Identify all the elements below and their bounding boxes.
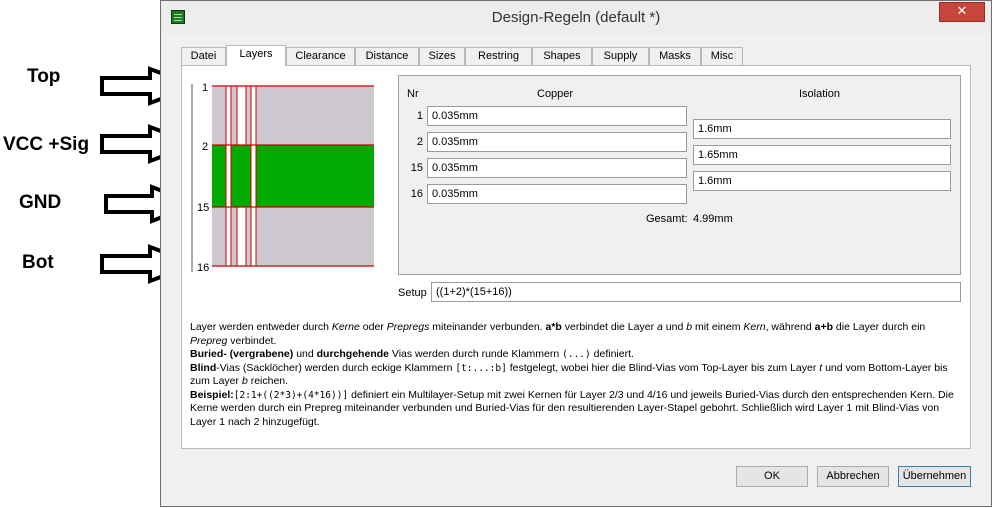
tab-supply[interactable]: Supply — [592, 47, 649, 65]
layer-number-16: 16 — [197, 262, 209, 274]
tab-masks[interactable]: Masks — [649, 47, 701, 65]
copper-field-1[interactable]: 0.035mm — [427, 106, 687, 126]
isolation-field-2[interactable]: 1.65mm — [693, 145, 951, 165]
isolation-field-1[interactable]: 1.6mm — [693, 119, 951, 139]
ok-button[interactable]: OK — [736, 466, 808, 487]
isolation-field-3[interactable]: 1.6mm — [693, 171, 951, 191]
help-text: Layer werden entweder durch Kerne oder P… — [190, 321, 960, 429]
row-nr-1: 1 — [416, 110, 423, 122]
annotation-vcc: VCC +Sig — [3, 134, 90, 155]
tab-datei[interactable]: Datei — [181, 47, 226, 65]
design-rules-dialog: Design-Regeln (default *) ✕ Datei Layers… — [160, 0, 992, 507]
core-region — [212, 145, 374, 207]
row-nr-15: 15 — [410, 162, 423, 174]
tab-shapes[interactable]: Shapes — [532, 47, 592, 65]
help-line-1: Layer werden entweder durch Kerne oder P… — [190, 321, 926, 347]
setup-label: Setup — [398, 287, 427, 299]
total-label: Gesamt: — [646, 213, 688, 225]
window-title: Design-Regeln (default *) — [491, 9, 661, 26]
help-line-3: Blind-Vias (Sacklöcher) werden durch eck… — [190, 361, 948, 388]
tab-sizes[interactable]: Sizes — [419, 47, 465, 65]
apply-button[interactable]: Übernehmen — [898, 466, 971, 487]
layers-panel: 1 2 15 16 Nr Copper Isolation 1 0.035mm … — [181, 65, 971, 449]
total-value: 4.99mm — [693, 213, 733, 225]
row-nr-16: 16 — [410, 188, 423, 200]
col-isolation-header: Isolation — [799, 88, 840, 100]
title-bar: Design-Regeln (default *) ✕ — [161, 1, 991, 34]
tab-distance[interactable]: Distance — [355, 47, 419, 65]
layer-number-15: 15 — [197, 202, 209, 214]
tab-clearance[interactable]: Clearance — [286, 47, 355, 65]
col-nr-header: Nr — [407, 88, 419, 100]
col-copper-header: Copper — [537, 88, 574, 100]
layer-stack-diagram: 1 2 15 16 — [191, 82, 374, 274]
help-line-4: Beispiel:[2:1+((2*3)+(4*16))] definiert … — [190, 388, 954, 428]
layer-number-2: 2 — [202, 141, 208, 153]
annotation-top: Top — [27, 66, 61, 87]
setup-input[interactable]: ((1+2)*(15+16)) — [431, 282, 961, 302]
row-nr-2: 2 — [416, 136, 423, 148]
tab-layers[interactable]: Layers — [226, 45, 286, 66]
tab-restring[interactable]: Restring — [465, 47, 532, 65]
copper-field-2[interactable]: 0.035mm — [427, 132, 687, 152]
close-button[interactable]: ✕ — [939, 2, 985, 22]
help-line-2: Buried- (vergrabene) und durchgehende Vi… — [190, 348, 634, 360]
copper-field-15[interactable]: 0.035mm — [427, 158, 687, 178]
layer-table: Nr Copper Isolation 1 0.035mm 2 0.035mm … — [398, 75, 961, 275]
cancel-button[interactable]: Abbrechen — [817, 466, 889, 487]
layer-number-1: 1 — [202, 82, 208, 94]
tab-misc[interactable]: Misc — [701, 47, 743, 65]
annotation-gnd: GND — [19, 192, 62, 213]
annotation-bot: Bot — [22, 252, 54, 273]
copper-field-16[interactable]: 0.035mm — [427, 184, 687, 204]
